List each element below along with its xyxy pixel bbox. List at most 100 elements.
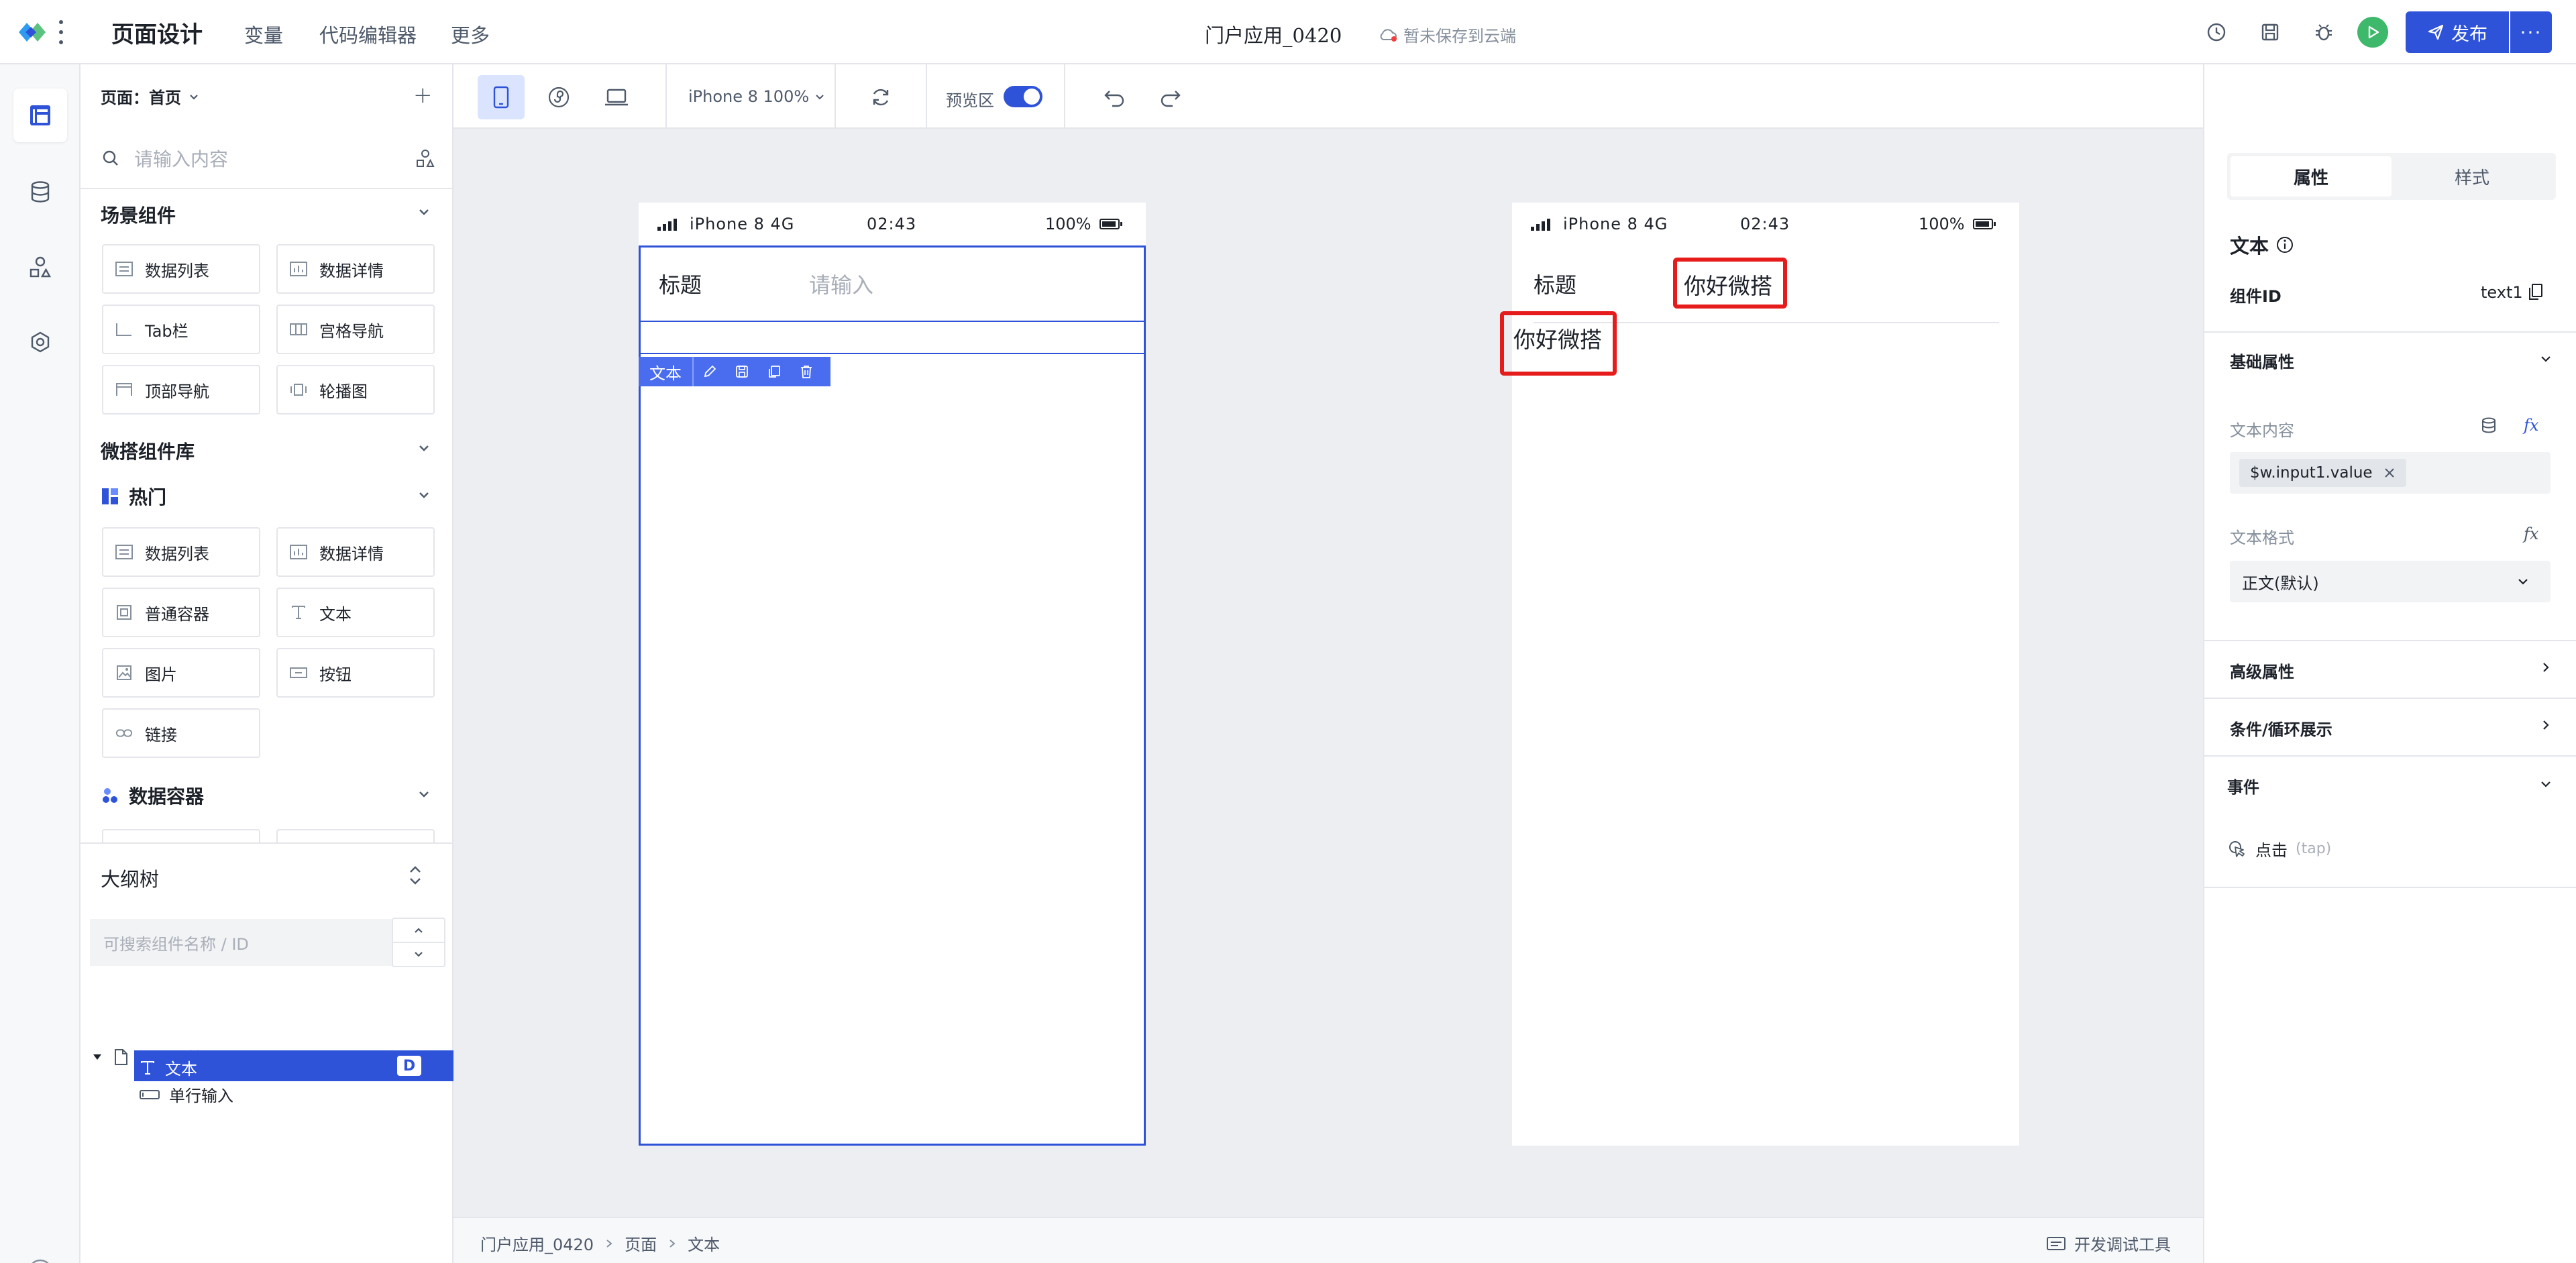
chevron-down-icon[interactable]: [416, 440, 432, 456]
text-format-select[interactable]: 正文(默认): [2230, 561, 2551, 602]
rail-data[interactable]: [13, 165, 67, 219]
section-advanced-properties[interactable]: 高级属性: [2230, 659, 2294, 682]
chevron-right-icon[interactable]: [2537, 659, 2555, 676]
weda-logo-icon[interactable]: [16, 19, 51, 46]
nav-variables[interactable]: 变量: [244, 20, 283, 48]
history-icon[interactable]: [2203, 19, 2230, 46]
publish-button[interactable]: 发布: [2406, 11, 2509, 53]
outline-stepper[interactable]: [392, 918, 445, 967]
event-click-row[interactable]: 点击 (tap): [2227, 837, 2331, 861]
section-basic-properties[interactable]: 基础属性: [2230, 349, 2294, 372]
database-bind-icon[interactable]: [2479, 416, 2498, 435]
step-up-button[interactable]: [393, 919, 444, 943]
section-events[interactable]: 事件: [2227, 774, 2259, 798]
edit-pencil-icon[interactable]: [694, 357, 726, 386]
design-canvas[interactable]: iPhone 8 4G 02:43 100% 标题 请输入 文本 iPhone …: [453, 129, 2203, 1217]
component-button[interactable]: 按钮: [276, 648, 435, 698]
component-link[interactable]: 链接: [102, 708, 260, 758]
properties-panel: 属性 样式 文本 组件ID text1 基础属性 文本内容 fx $w.inpu…: [2203, 64, 2576, 1263]
fx-expression-icon[interactable]: fx: [2524, 525, 2538, 543]
component-top-nav[interactable]: 顶部导航: [102, 365, 260, 415]
rail-components[interactable]: [13, 240, 67, 294]
outline-title: 大纲树: [101, 868, 160, 891]
nav-page-design[interactable]: 页面设计: [111, 16, 203, 49]
desktop-view-button[interactable]: [593, 75, 640, 119]
info-icon[interactable]: [2275, 235, 2294, 254]
outline-search-input[interactable]: 可搜索组件名称 / ID: [90, 919, 392, 966]
refresh-button[interactable]: [857, 75, 904, 119]
chevron-right-icon[interactable]: [2537, 716, 2555, 734]
undo-button[interactable]: [1091, 75, 1138, 119]
delete-trash-icon[interactable]: [790, 357, 822, 386]
tree-node-input[interactable]: 单行输入: [140, 1083, 233, 1106]
nav-code-editor[interactable]: 代码编辑器: [319, 20, 417, 48]
chevron-down-icon[interactable]: [2537, 775, 2555, 793]
save-status-text: 暂未保存到云端: [1403, 27, 1516, 46]
component-text[interactable]: 文本: [276, 588, 435, 637]
input-icon: [140, 1089, 160, 1099]
page-selector[interactable]: 页面：首页: [101, 85, 200, 108]
chevron-down-icon[interactable]: [416, 786, 432, 802]
section-hot[interactable]: 热门: [101, 483, 166, 510]
component-data-list[interactable]: 数据列表: [102, 527, 260, 577]
preview-toggle[interactable]: [1004, 86, 1042, 107]
chevron-down-icon[interactable]: [416, 204, 432, 220]
expand-collapse-icon[interactable]: [405, 864, 425, 887]
component-image[interactable]: 图片: [102, 648, 260, 698]
tree-node-badge[interactable]: D: [397, 1056, 421, 1076]
component-label: 宫格导航: [319, 321, 384, 341]
input-placeholder[interactable]: 请输入: [809, 268, 873, 299]
battery-status: 100%: [1045, 215, 1122, 233]
app-menu-icon[interactable]: [58, 20, 64, 44]
run-button[interactable]: [2357, 17, 2388, 48]
image-icon: [115, 664, 133, 681]
phone-statusbar: iPhone 8 4G 02:43 100%: [1512, 203, 2019, 245]
copy-icon[interactable]: [758, 357, 790, 386]
fx-expression-icon[interactable]: fx: [2524, 416, 2538, 435]
step-down-button[interactable]: [393, 943, 444, 966]
component-data-list[interactable]: 数据列表: [102, 244, 260, 294]
signal-icon: [657, 217, 677, 231]
rail-settings[interactable]: [13, 315, 67, 369]
tab-styles[interactable]: 样式: [2392, 156, 2553, 197]
section-data-container[interactable]: 数据容器: [101, 782, 204, 809]
publish-more-button[interactable]: ···: [2510, 11, 2552, 53]
miniprogram-view-button[interactable]: [535, 75, 582, 119]
breadcrumb-page[interactable]: 页面: [625, 1231, 657, 1255]
component-carousel[interactable]: 轮播图: [276, 365, 435, 415]
component-data-detail[interactable]: 数据详情: [276, 244, 435, 294]
component-shapes-icon[interactable]: [415, 148, 436, 169]
redo-button[interactable]: [1147, 75, 1194, 119]
component-tab-bar[interactable]: Tab栏: [102, 305, 260, 354]
rail-page-design[interactable]: [13, 89, 67, 142]
text-content-field[interactable]: $w.input1.value: [2230, 452, 2551, 494]
copy-icon[interactable]: [2526, 282, 2545, 302]
component-search[interactable]: 请输入内容: [101, 140, 436, 177]
device-selector[interactable]: iPhone 8 100%: [688, 87, 825, 106]
section-scene-components[interactable]: 场景组件: [101, 201, 176, 228]
nav-more[interactable]: 更多: [451, 20, 490, 48]
add-page-button[interactable]: +: [413, 82, 433, 109]
close-icon[interactable]: [2383, 467, 2396, 479]
component-container[interactable]: 普通容器: [102, 588, 260, 637]
component-data-detail[interactable]: 数据详情: [276, 527, 435, 577]
save-component-icon[interactable]: [726, 357, 758, 386]
devtools-button[interactable]: 开发调试工具: [2046, 1231, 2171, 1255]
tab-properties[interactable]: 属性: [2231, 156, 2392, 197]
section-condition-loop[interactable]: 条件/循环展示: [2230, 716, 2332, 740]
component-grid-nav[interactable]: 宫格导航: [276, 305, 435, 354]
breadcrumb-component[interactable]: 文本: [688, 1231, 720, 1255]
editor-phone[interactable]: iPhone 8 4G 02:43 100% 标题 请输入 文本: [639, 203, 1146, 1146]
debug-bug-icon[interactable]: [2310, 19, 2337, 46]
mobile-view-button[interactable]: [478, 75, 525, 119]
breadcrumb-app[interactable]: 门户应用_0420: [480, 1231, 594, 1255]
save-icon[interactable]: [2257, 19, 2284, 46]
section-weda-library[interactable]: 微搭组件库: [101, 437, 195, 464]
tree-node-text[interactable]: 文本: [140, 1056, 197, 1079]
preview-phone[interactable]: iPhone 8 4G 02:43 100% 标题 你好微搭 你好微搭: [1500, 203, 2019, 1146]
hexagon-settings-icon: [31, 331, 50, 353]
chevron-down-icon[interactable]: [416, 487, 432, 503]
chevron-down-icon[interactable]: [2537, 350, 2555, 368]
component-id-value: text1: [2481, 283, 2523, 302]
help-icon[interactable]: [27, 1258, 54, 1263]
